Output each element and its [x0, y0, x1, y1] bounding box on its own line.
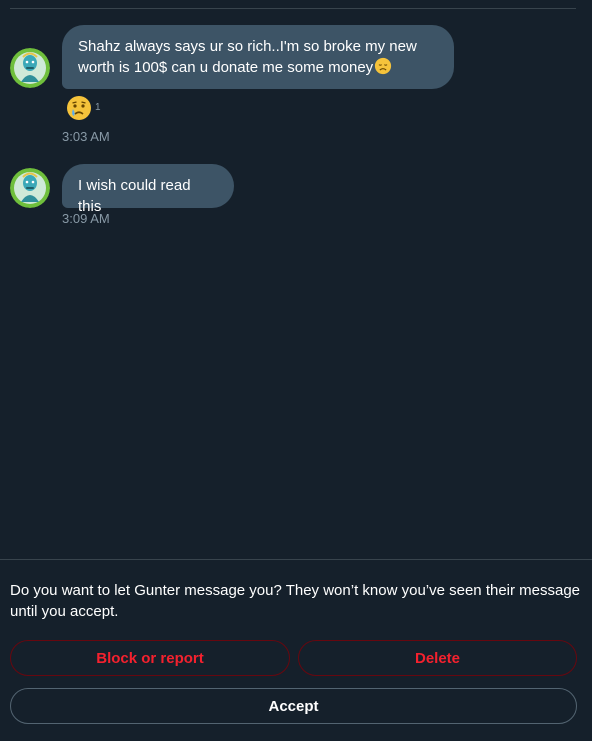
reaction-count: 1: [95, 102, 101, 113]
message-reaction[interactable]: 1: [66, 95, 101, 123]
message-bubble[interactable]: Shahz always says ur so rich..I'm so bro…: [62, 25, 454, 89]
message-text: Shahz always says ur so rich..I'm so bro…: [78, 38, 417, 76]
avatar-image: [10, 48, 50, 88]
avatar[interactable]: [10, 48, 50, 88]
disappointed-face-icon: [375, 57, 392, 75]
request-divider: [0, 559, 592, 560]
accept-button[interactable]: Accept: [10, 688, 577, 724]
message-timestamp: 3:03 AM: [62, 129, 110, 144]
message-bubble[interactable]: I wish could read this: [62, 164, 234, 215]
delete-button[interactable]: Delete: [298, 640, 577, 676]
avatar[interactable]: [10, 168, 50, 208]
dm-conversation: Shahz always says ur so rich..I'm so bro…: [0, 0, 592, 741]
message-request-prompt: Do you want to let Gunter message you? T…: [10, 582, 581, 620]
avatar-image: [10, 168, 50, 208]
top-divider: [10, 8, 576, 9]
crying-face-icon: [67, 96, 91, 120]
block-or-report-button[interactable]: Block or report: [10, 640, 290, 676]
message-timestamp: 3:09 AM: [62, 211, 110, 226]
message-text: I wish could read this: [78, 177, 191, 215]
